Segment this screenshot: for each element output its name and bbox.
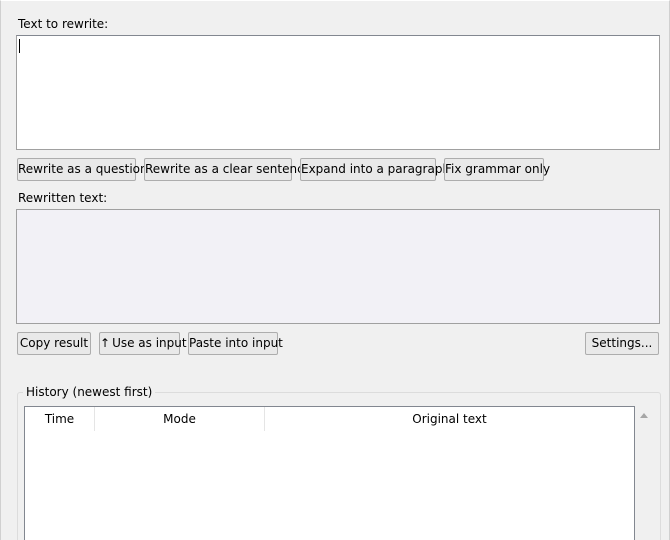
history-list[interactable]: Time Mode Original text <box>24 406 635 540</box>
column-header-mode[interactable]: Mode <box>95 407 265 431</box>
use-as-input-label: Use as input <box>112 336 187 350</box>
column-header-original-text[interactable]: Original text <box>265 407 634 431</box>
input-label: Text to rewrite: <box>18 17 109 31</box>
settings-button[interactable]: Settings... <box>585 332 659 355</box>
output-textarea[interactable] <box>16 209 660 324</box>
text-caret <box>19 39 20 53</box>
expand-paragraph-button[interactable]: Expand into a paragraph <box>300 158 450 181</box>
paste-into-input-button[interactable]: Paste into input <box>188 332 283 355</box>
use-as-input-button[interactable]: ↑ Use as input <box>99 332 187 355</box>
arrow-up-icon: ↑ <box>100 336 111 350</box>
history-title: History (newest first) <box>23 385 156 399</box>
scroll-up-icon[interactable] <box>639 410 649 420</box>
rewrite-question-button[interactable]: Rewrite as a question <box>17 158 148 181</box>
history-list-header: Time Mode Original text <box>25 407 634 431</box>
fix-grammar-button[interactable]: Fix grammar only <box>444 158 550 181</box>
input-textarea[interactable] <box>16 35 660 150</box>
copy-result-button[interactable]: Copy result <box>17 332 91 355</box>
rewrite-clear-sentence-button[interactable]: Rewrite as a clear sentence <box>144 158 311 181</box>
output-label: Rewritten text: <box>18 191 108 205</box>
rewrite-window: Text to rewrite: Rewrite as a question R… <box>0 0 670 540</box>
column-header-time[interactable]: Time <box>25 407 95 431</box>
